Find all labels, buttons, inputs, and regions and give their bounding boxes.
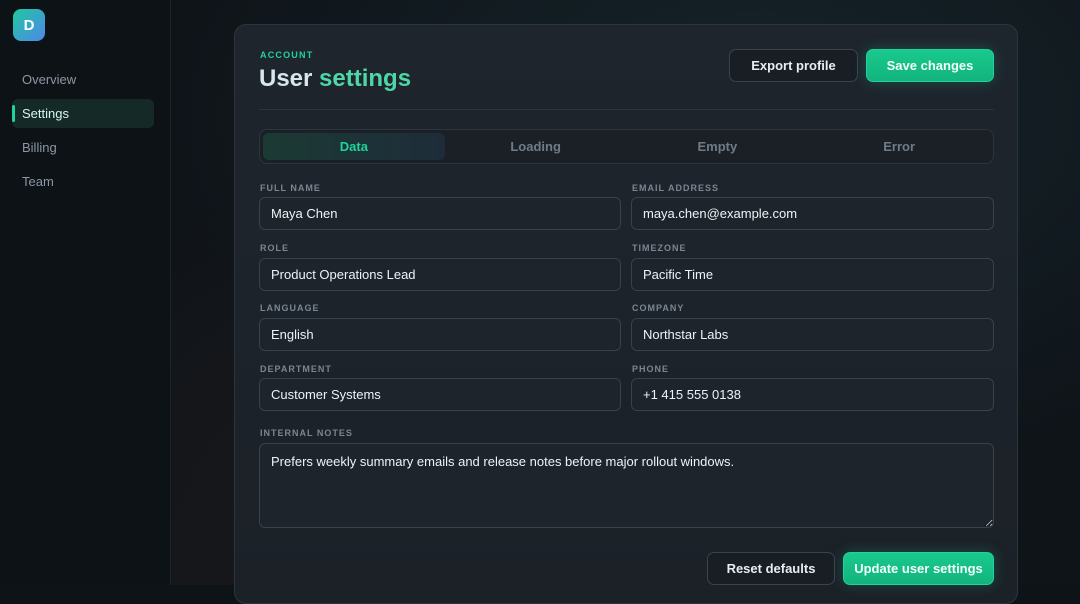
page-title-part1: User [259, 65, 320, 92]
tab-data[interactable]: Data [263, 133, 445, 160]
internal-notes-textarea[interactable]: Prefers weekly summary emails and releas… [259, 443, 994, 528]
company-input[interactable] [631, 318, 994, 351]
phone-label: PHONE [632, 364, 670, 374]
phone-input[interactable] [631, 378, 994, 411]
timezone-input[interactable] [631, 258, 994, 291]
section-eyebrow: ACCOUNT [260, 50, 314, 60]
export-profile-button[interactable]: Export profile [729, 49, 858, 82]
sidebar: D Overview Settings Billing Team [0, 0, 171, 585]
state-tabs: Data Loading Empty Error [259, 129, 994, 164]
header-divider [259, 109, 994, 110]
settings-card: ACCOUNT User settings Export profile Sav… [234, 24, 1018, 604]
full-name-label: FULL NAME [260, 183, 321, 193]
tab-error[interactable]: Error [808, 133, 990, 160]
email-label: EMAIL ADDRESS [632, 183, 720, 193]
email-input[interactable] [631, 197, 994, 230]
page-title: User settings [259, 65, 411, 93]
company-label: COMPANY [632, 303, 685, 313]
role-input[interactable] [259, 258, 621, 291]
save-changes-button[interactable]: Save changes [866, 49, 994, 82]
language-input[interactable] [259, 318, 621, 351]
page-title-part2: settings [319, 65, 412, 92]
tab-empty[interactable]: Empty [627, 133, 809, 160]
sidebar-nav: Overview Settings Billing Team [12, 65, 154, 201]
sidebar-item-settings[interactable]: Settings [12, 99, 154, 128]
language-label: LANGUAGE [260, 303, 320, 313]
internal-notes-label: INTERNAL NOTES [260, 428, 353, 438]
role-label: ROLE [260, 243, 290, 253]
timezone-label: TIMEZONE [632, 243, 687, 253]
sidebar-item-billing[interactable]: Billing [12, 133, 154, 162]
full-name-input[interactable] [259, 197, 621, 230]
update-user-settings-button[interactable]: Update user settings [843, 552, 994, 585]
department-label: DEPARTMENT [260, 364, 332, 374]
sidebar-item-overview[interactable]: Overview [12, 65, 154, 94]
tab-loading[interactable]: Loading [445, 133, 627, 160]
app-logo[interactable]: D [13, 9, 45, 41]
department-input[interactable] [259, 378, 621, 411]
reset-defaults-button[interactable]: Reset defaults [707, 552, 835, 585]
sidebar-item-team[interactable]: Team [12, 167, 154, 196]
